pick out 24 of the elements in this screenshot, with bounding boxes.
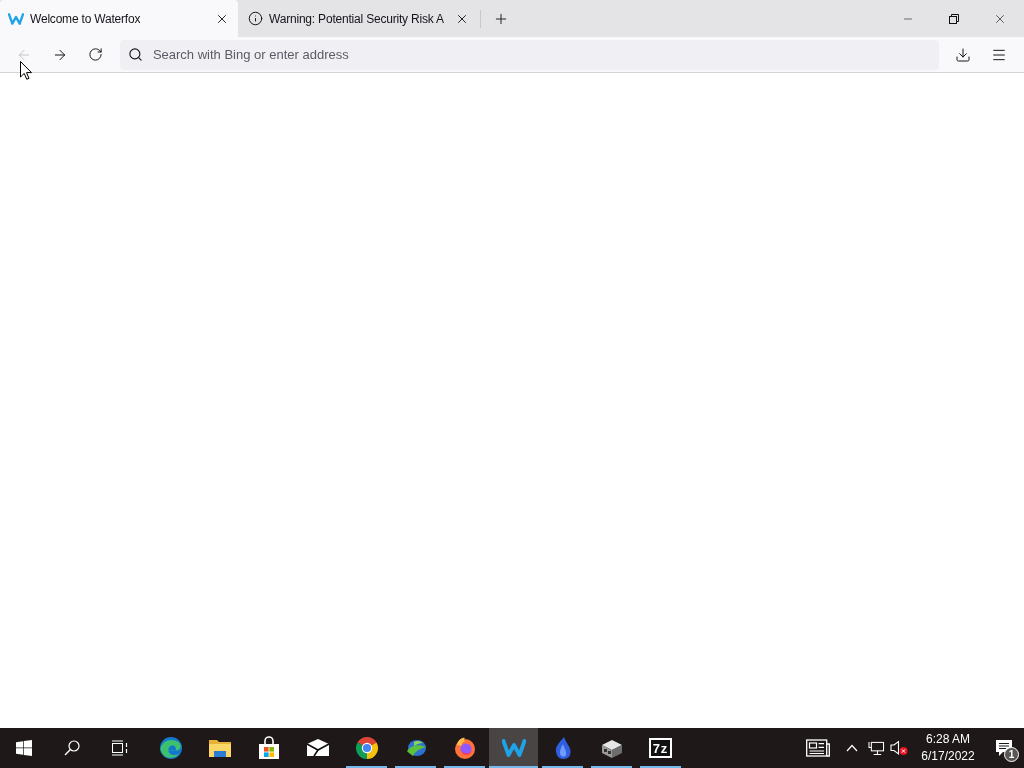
download-icon [955,46,972,63]
search-icon [64,740,80,756]
restore-icon [949,13,959,24]
w-logo-icon [8,12,24,25]
address-field[interactable]: Search with Bing or enter address [119,39,940,70]
taskbar-app-button[interactable]: 7z [636,728,685,768]
notification-button[interactable]: 1 [984,728,1024,768]
app-logo: 7z [648,738,673,758]
w-logo-icon [501,736,526,760]
network-monitor-icon [867,740,885,756]
four-panes-logo-icon [16,740,32,756]
wave-logo-icon [158,736,183,760]
task-view-icon [111,740,129,756]
notification-badge: 1 [1004,747,1019,762]
browser-tab[interactable]: Welcome to Waterfox [0,0,238,37]
reload-icon [88,47,104,62]
clock-button[interactable]: 6:28 AM 6/17/2022 [912,728,984,768]
shopping-bag-icon [256,736,281,760]
search-icon [127,46,143,62]
tricolor-circle-icon [354,736,379,760]
chevron-up-icon [846,744,858,752]
info-icon [248,11,263,26]
newspaper-icon [806,739,830,757]
flame-circle-icon [452,736,477,760]
